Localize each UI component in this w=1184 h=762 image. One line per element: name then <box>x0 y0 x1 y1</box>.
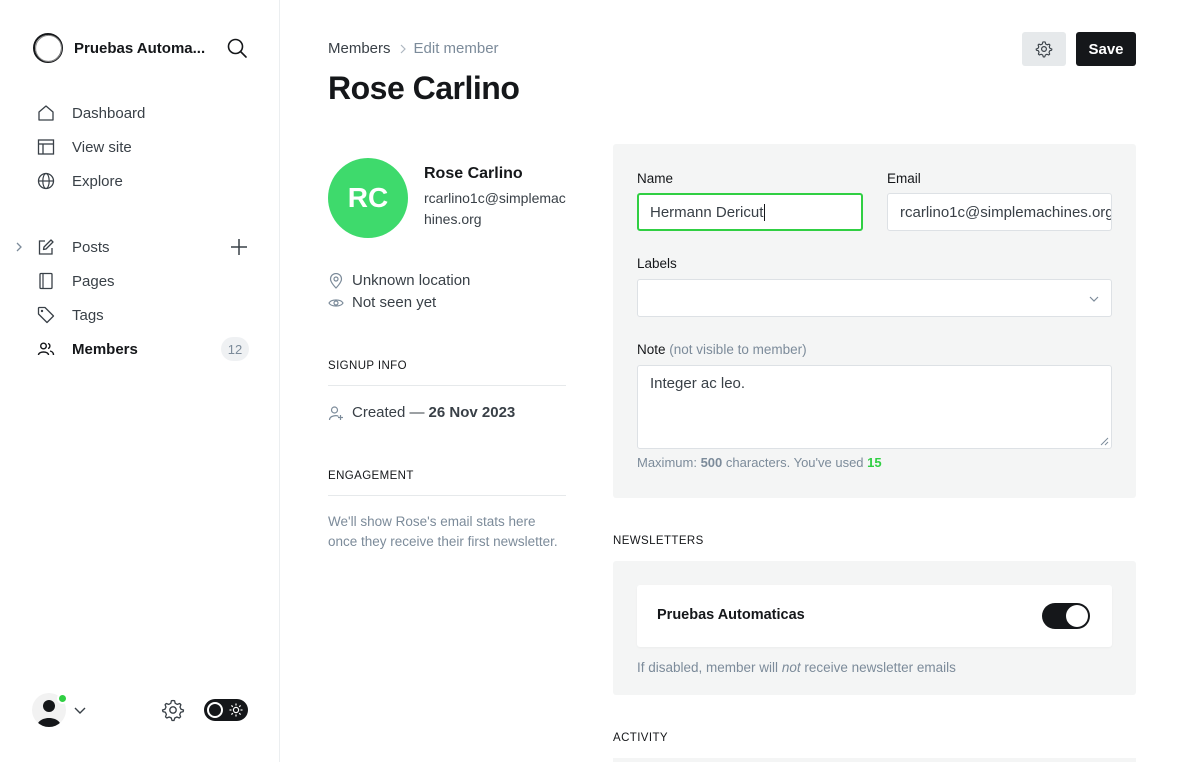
theme-toggle[interactable] <box>204 699 248 721</box>
newsletter-hint-pre: If disabled, member will <box>637 660 779 675</box>
note-label-text: Note <box>637 342 666 357</box>
labels-select[interactable] <box>637 279 1112 317</box>
labels-label: Labels <box>637 256 677 271</box>
activity-panel <box>613 758 1136 762</box>
site-title: Pruebas Automa... <box>74 39 206 57</box>
activity-heading: ACTIVITY <box>613 732 668 744</box>
save-button[interactable]: Save <box>1076 32 1136 66</box>
member-last-seen-text: Not seen yet <box>352 294 437 311</box>
pen-icon <box>36 237 56 257</box>
members-count-badge: 12 <box>221 337 249 361</box>
nav-posts-label: Posts <box>72 238 110 256</box>
chevron-right-icon <box>400 44 406 53</box>
newsletter-hint-post: receive newsletter emails <box>804 660 956 675</box>
member-actions-button[interactable] <box>1022 32 1066 66</box>
breadcrumb-current: Edit member <box>413 40 499 57</box>
layout-icon <box>36 137 56 157</box>
name-label: Name <box>637 171 674 186</box>
online-status-dot <box>57 693 68 704</box>
char-used: 15 <box>867 455 882 470</box>
nav-members[interactable]: Members <box>36 336 250 362</box>
nav-pages[interactable]: Pages <box>36 268 250 294</box>
users-icon <box>36 339 56 359</box>
breadcrumb-members-link[interactable]: Members <box>328 40 391 57</box>
chevron-down-icon[interactable] <box>73 703 87 717</box>
note-label: Note (not visible to member) <box>637 342 807 357</box>
nav-view-site[interactable]: View site <box>36 134 250 160</box>
tag-icon <box>36 305 56 325</box>
nav-view-site-label: View site <box>72 138 132 156</box>
page-icon <box>36 271 56 291</box>
signup-info-heading: SIGNUP INFO <box>328 360 407 372</box>
email-field[interactable]: rcarlino1c@simplemachines.org <box>887 193 1112 231</box>
site-logo-icon <box>33 33 63 63</box>
nav-members-label: Members <box>72 340 138 358</box>
char-max: 500 <box>700 455 723 470</box>
nav-tags-label: Tags <box>72 306 104 324</box>
nav-dashboard[interactable]: Dashboard <box>36 100 250 126</box>
member-avatar: RC <box>328 158 408 238</box>
char-prefix: Maximum: <box>637 455 697 470</box>
newsletter-name: Pruebas Automaticas <box>657 607 805 623</box>
divider <box>328 385 566 386</box>
chevron-down-icon <box>1089 296 1099 302</box>
location-pin-icon <box>328 272 344 289</box>
note-textarea[interactable]: Integer ac leo. <box>637 365 1112 449</box>
page-title: Rose Carlino <box>328 70 520 106</box>
name-field[interactable]: Hermann Dericut <box>637 193 863 231</box>
newsletter-hint-em: not <box>781 660 801 675</box>
note-value: Integer ac leo. <box>650 375 746 392</box>
member-location: Unknown location <box>328 272 470 289</box>
user-add-icon <box>328 405 344 421</box>
sun-icon <box>229 703 243 717</box>
house-icon <box>36 103 56 123</box>
nav-pages-label: Pages <box>72 272 115 290</box>
name-field-value: Hermann Dericut <box>650 203 764 221</box>
eye-icon <box>328 295 344 311</box>
theme-toggle-knob <box>207 702 223 718</box>
newsletters-heading: NEWSLETTERS <box>613 535 704 547</box>
newsletter-hint: If disabled, member will not receive new… <box>637 660 956 675</box>
nav-explore-label: Explore <box>72 172 123 190</box>
member-email: rcarlino1c@simplemachines.org <box>424 190 566 227</box>
created-label: Created — <box>352 404 425 421</box>
email-label: Email <box>887 171 921 186</box>
member-name: Rose Carlino <box>424 165 523 182</box>
nav-tags[interactable]: Tags <box>36 302 250 328</box>
note-hint: (not visible to member) <box>669 342 807 357</box>
nav-explore[interactable]: Explore <box>36 168 250 194</box>
newsletter-subscription-toggle[interactable] <box>1042 603 1090 629</box>
engagement-heading: ENGAGEMENT <box>328 470 414 482</box>
settings-gear-icon[interactable] <box>161 698 185 722</box>
member-location-text: Unknown location <box>352 272 471 289</box>
created-date: 26 Nov 2023 <box>428 404 516 421</box>
note-char-count: Maximum: 500 characters. You've used 15 <box>637 455 882 470</box>
member-last-seen: Not seen yet <box>328 294 436 311</box>
text-caret <box>764 203 766 221</box>
search-icon[interactable] <box>226 37 248 59</box>
engagement-text: We'll show Rose's email stats here once … <box>328 514 558 549</box>
gear-icon <box>1035 41 1053 58</box>
breadcrumb: Members Edit member <box>328 40 499 57</box>
email-field-value: rcarlino1c@simplemachines.org <box>900 203 1112 221</box>
created-row: Created — 26 Nov 2023 <box>328 404 515 421</box>
char-mid: characters. You've used <box>725 455 864 470</box>
nav-dashboard-label: Dashboard <box>72 104 146 122</box>
toggle-knob <box>1066 605 1088 627</box>
sidebar: Pruebas Automa... Dashboard View site Ex… <box>0 0 280 762</box>
new-post-plus-icon[interactable] <box>228 236 250 258</box>
nav-posts[interactable]: Posts <box>36 234 250 260</box>
divider <box>328 495 566 496</box>
site-brand[interactable]: Pruebas Automa... <box>32 32 205 64</box>
globe-icon <box>36 171 56 191</box>
expand-posts-chevron-icon[interactable] <box>12 240 26 254</box>
resize-grip-icon[interactable] <box>1100 437 1109 446</box>
